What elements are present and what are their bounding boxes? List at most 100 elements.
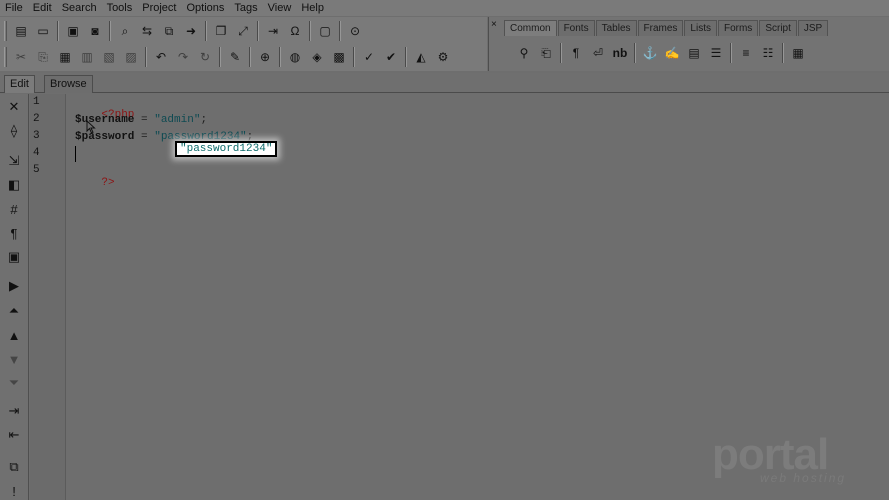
hr-icon[interactable]: ☰ bbox=[706, 43, 726, 63]
separator bbox=[730, 43, 732, 63]
align-right-icon[interactable]: ☷ bbox=[758, 43, 778, 63]
preview-icon[interactable]: ▢ bbox=[315, 21, 335, 41]
toolbar-grip[interactable] bbox=[4, 21, 7, 41]
outdent-icon[interactable]: ⇤ bbox=[4, 425, 24, 445]
new-file-icon[interactable]: ▤ bbox=[11, 21, 31, 41]
indent-icon[interactable]: ⇥ bbox=[4, 401, 24, 421]
toolbar-grip[interactable] bbox=[4, 47, 7, 67]
save-all-icon[interactable]: ◙ bbox=[85, 21, 105, 41]
refresh-icon[interactable]: ↻ bbox=[195, 47, 215, 67]
image-tag-icon[interactable]: ▤ bbox=[684, 43, 704, 63]
operator: = bbox=[134, 114, 155, 126]
tab-common[interactable]: Common bbox=[504, 20, 557, 36]
menu-file[interactable]: File bbox=[0, 0, 28, 16]
spellcheck-alt-icon[interactable]: ✔ bbox=[381, 47, 401, 67]
comment-toggle-icon[interactable]: ! bbox=[4, 481, 24, 500]
menu-edit[interactable]: Edit bbox=[28, 0, 57, 16]
indent-icon[interactable]: ⇥ bbox=[263, 21, 283, 41]
delete-icon[interactable]: ▧ bbox=[99, 47, 119, 67]
open-file-icon[interactable]: ▭ bbox=[33, 21, 53, 41]
split-view-icon[interactable]: ◧ bbox=[4, 175, 24, 195]
close-icon[interactable]: × bbox=[491, 19, 497, 30]
php-close-tag: ?> bbox=[101, 177, 115, 189]
monitor-icon[interactable]: ▣ bbox=[4, 247, 24, 267]
comment-icon[interactable]: ✍ bbox=[662, 43, 682, 63]
image-icon[interactable]: ▩ bbox=[329, 47, 349, 67]
move-icon[interactable]: ⟠ bbox=[4, 121, 24, 141]
bookmark-icon[interactable]: ▶ bbox=[4, 276, 24, 296]
show-paragraph-icon[interactable]: ¶ bbox=[4, 223, 24, 243]
tab-browse[interactable]: Browse bbox=[44, 75, 93, 93]
tab-frames[interactable]: Frames bbox=[637, 20, 684, 36]
last-bookmark-icon[interactable]: ⏷ bbox=[4, 373, 24, 393]
settings-icon[interactable]: ⚙ bbox=[433, 47, 453, 67]
close-icon[interactable]: ✕ bbox=[4, 97, 24, 117]
word-wrap-icon[interactable]: ⇲ bbox=[4, 151, 24, 171]
paragraph-icon[interactable]: ¶ bbox=[566, 43, 586, 63]
special-char-icon[interactable]: Ω bbox=[285, 21, 305, 41]
align-center-icon[interactable]: ≡ bbox=[736, 43, 756, 63]
tab-script[interactable]: Script bbox=[759, 20, 797, 36]
line-numbers-icon[interactable]: # bbox=[4, 199, 24, 219]
editor-tab-bar: Edit Browse bbox=[0, 73, 889, 93]
spellcheck-icon[interactable]: ✓ bbox=[359, 47, 379, 67]
semicolon: ; bbox=[200, 114, 208, 126]
snippet-icon[interactable]: ⧉ bbox=[4, 457, 24, 477]
menu-tags[interactable]: Tags bbox=[229, 0, 262, 16]
globe-icon[interactable]: ◍ bbox=[285, 47, 305, 67]
prev-bookmark-icon[interactable]: ▲ bbox=[4, 325, 24, 345]
anchor-tag-icon[interactable]: ⚲ bbox=[514, 43, 534, 63]
code-line-5: ?> bbox=[75, 165, 115, 201]
menu-options[interactable]: Options bbox=[182, 0, 230, 16]
nbsp-icon[interactable]: nb bbox=[610, 43, 630, 63]
tab-forms[interactable]: Forms bbox=[717, 20, 759, 36]
file-tag-icon[interactable]: ⎗ bbox=[536, 43, 556, 63]
operator: = bbox=[134, 131, 155, 143]
separator bbox=[109, 21, 111, 41]
separator bbox=[634, 43, 636, 63]
anchor-icon[interactable]: ⚓ bbox=[640, 43, 660, 63]
text-caret bbox=[75, 146, 76, 162]
cut-icon[interactable]: ✂ bbox=[11, 47, 31, 67]
table-icon[interactable]: ▦ bbox=[788, 43, 808, 63]
line-number: 5 bbox=[33, 164, 40, 176]
design-icon[interactable]: ◭ bbox=[411, 47, 431, 67]
tag-panel-tabs: Common Fonts Tables Frames Lists Forms S… bbox=[504, 20, 829, 36]
separator bbox=[339, 21, 341, 41]
undo-icon[interactable]: ↶ bbox=[151, 47, 171, 67]
clear-icon[interactable]: ▨ bbox=[121, 47, 141, 67]
next-bookmark-icon[interactable]: ▼ bbox=[4, 349, 24, 369]
paste-icon[interactable]: ▦ bbox=[55, 47, 75, 67]
window-icon[interactable]: ❐ bbox=[211, 21, 231, 41]
fullscreen-icon[interactable]: ⤢ bbox=[233, 21, 253, 41]
save-icon[interactable]: ▣ bbox=[63, 21, 83, 41]
tab-lists[interactable]: Lists bbox=[684, 20, 717, 36]
paste-special-icon[interactable]: ▥ bbox=[77, 47, 97, 67]
replace-icon[interactable]: ⇆ bbox=[137, 21, 157, 41]
menu-tools[interactable]: Tools bbox=[102, 0, 138, 16]
find-in-files-icon[interactable]: ⧉ bbox=[159, 21, 179, 41]
menu-project[interactable]: Project bbox=[137, 0, 181, 16]
separator bbox=[405, 47, 407, 67]
tab-jsp[interactable]: JSP bbox=[797, 20, 829, 36]
separator bbox=[205, 21, 207, 41]
code-view-icon[interactable]: ◈ bbox=[307, 47, 327, 67]
toolbar-row-2: ✂ ⎘ ▦ ▥ ▧ ▨ ↶ ↷ ↻ ✎ ⊕ ◍ ◈ ▩ ✓ ✔ ◭ ⚙ bbox=[4, 47, 454, 67]
redo-icon[interactable]: ↷ bbox=[173, 47, 193, 67]
copy-icon[interactable]: ⎘ bbox=[33, 47, 53, 67]
tab-tables[interactable]: Tables bbox=[595, 20, 637, 36]
highlighted-value-callout: "password1234" bbox=[175, 141, 278, 157]
find-icon[interactable]: ⌕ bbox=[115, 21, 135, 41]
menu-view[interactable]: View bbox=[263, 0, 297, 16]
menu-help[interactable]: Help bbox=[296, 0, 329, 16]
variable: $username bbox=[75, 114, 135, 126]
menu-search[interactable]: Search bbox=[57, 0, 102, 16]
break-icon[interactable]: ⏎ bbox=[588, 43, 608, 63]
tab-edit[interactable]: Edit bbox=[4, 75, 35, 93]
goto-icon[interactable]: ➜ bbox=[181, 21, 201, 41]
tab-fonts[interactable]: Fonts bbox=[557, 20, 595, 36]
validate-icon[interactable]: ⊙ bbox=[345, 21, 365, 41]
first-bookmark-icon[interactable]: ⏶ bbox=[4, 301, 24, 321]
zoom-icon[interactable]: ⊕ bbox=[255, 47, 275, 67]
brush-icon[interactable]: ✎ bbox=[225, 47, 245, 67]
